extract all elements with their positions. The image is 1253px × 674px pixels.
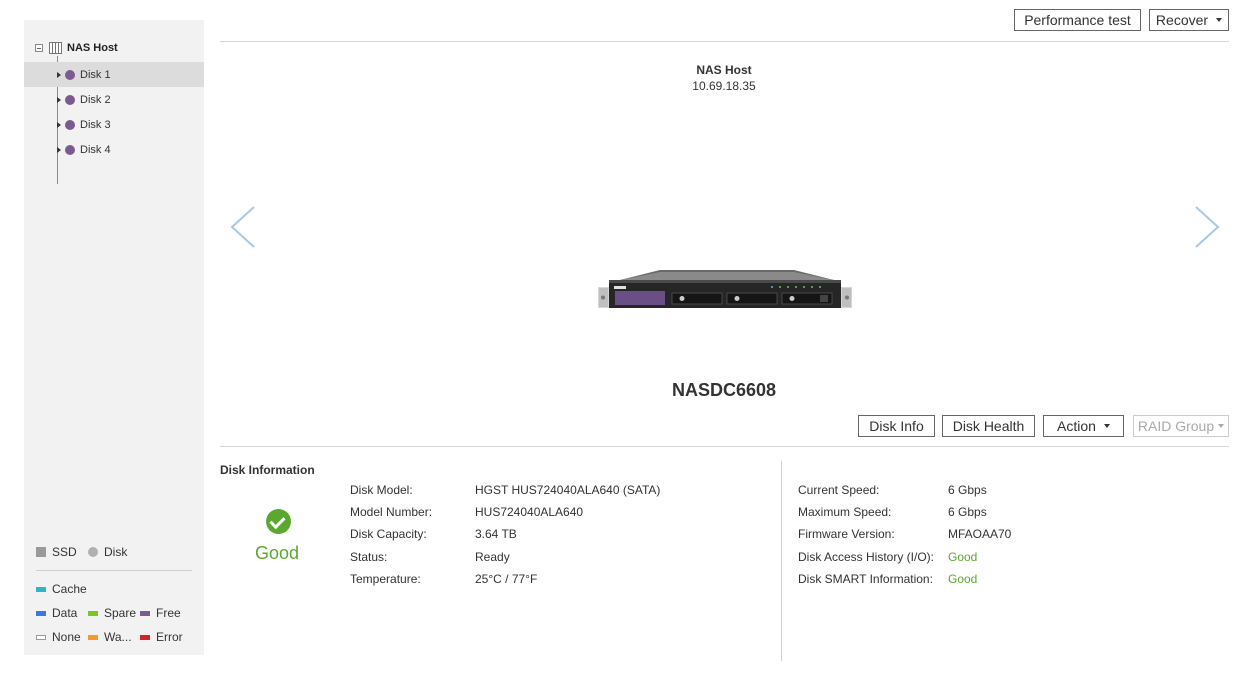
recover-label: Recover: [1155, 12, 1209, 28]
recover-dropdown[interactable]: Recover: [1149, 9, 1229, 31]
model-name: NASDC6608: [671, 380, 777, 400]
maximum-speed-label: Maximum Speed:: [798, 505, 892, 519]
free-color-chip: [140, 610, 150, 616]
current-speed-value: 6 Gbps: [948, 483, 987, 497]
tree-item-label: Disk 4: [80, 143, 111, 156]
temperature-label: Temperature:: [350, 572, 421, 586]
chevron-down-icon: [1216, 18, 1223, 22]
model-number-value: HUS724040ALA640: [475, 505, 584, 519]
cache-color-chip: [36, 586, 46, 592]
firmware-version-label: Firmware Version:: [798, 527, 895, 541]
tree-item-label: Disk 3: [80, 118, 111, 131]
current-speed-label: Current Speed:: [798, 483, 880, 497]
legend-cache: Cache: [36, 582, 87, 596]
chevron-down-icon: [1103, 424, 1110, 428]
tree-item-disk-3[interactable]: Disk 3: [24, 112, 204, 137]
model-number-label: Model Number:: [350, 505, 433, 519]
spare-color-chip: [88, 610, 98, 616]
legend-data-label: Data: [52, 606, 78, 620]
legend-disk: Disk: [88, 545, 127, 559]
collapse-icon[interactable]: [35, 44, 43, 52]
tree-root-label: NAS Host: [67, 42, 118, 54]
action-dropdown[interactable]: Action: [1043, 415, 1124, 437]
access-history-label: Disk Access History (I/O):: [798, 550, 935, 564]
nas-host-icon: [49, 42, 62, 54]
disk-capacity-value: 3.64 TB: [475, 527, 517, 541]
disk-status-dot-icon: [65, 69, 75, 80]
expand-arrow-icon[interactable]: [57, 71, 61, 78]
legend-ssd-label: SSD: [52, 545, 77, 559]
raid-group-label: RAID Group: [1137, 418, 1215, 434]
info-column-divider: [781, 461, 782, 661]
legend-free-label: Free: [156, 606, 181, 620]
legend-disk-label: Disk: [104, 545, 128, 559]
info-divider: [220, 446, 1229, 447]
legend-warning: Wa...: [88, 630, 132, 644]
legend-divider: [36, 570, 192, 571]
tree-root-nas-host[interactable]: NAS Host: [35, 40, 118, 56]
none-color-chip: [36, 634, 46, 640]
disk-capacity-label: Disk Capacity:: [350, 527, 427, 541]
legend-error-label: Error: [156, 630, 183, 644]
legend-error: Error: [140, 630, 183, 644]
tree-item-disk-4[interactable]: Disk 4: [24, 137, 204, 162]
disk-info-button[interactable]: Disk Info: [858, 415, 935, 437]
warning-color-chip: [88, 634, 98, 640]
legend-none-label: None: [52, 630, 81, 644]
disk-model-value: HGST HUS724040ALA640 (SATA): [475, 483, 661, 497]
smart-info-label: Disk SMART Information:: [798, 572, 933, 586]
legend-free: Free: [140, 606, 181, 620]
firmware-version-value: MFAOAA70: [948, 527, 1012, 541]
legend-data: Data: [36, 606, 77, 620]
check-icon: [266, 509, 291, 534]
chevron-down-icon: [1218, 424, 1225, 428]
smart-info-value: Good: [948, 572, 978, 586]
legend-spare-label: Spare: [104, 606, 137, 620]
legend-cache-label: Cache: [52, 582, 87, 596]
raid-group-dropdown[interactable]: RAID Group: [1133, 415, 1229, 437]
action-label: Action: [1057, 418, 1096, 434]
tree-item-disk-2[interactable]: Disk 2: [24, 87, 204, 112]
host-name: NAS Host: [696, 63, 752, 77]
disk-status-dot-icon: [65, 144, 75, 155]
tree-item-disk-1[interactable]: Disk 1: [24, 62, 204, 87]
legend-warning-label: Wa...: [104, 630, 132, 644]
health-status: Good: [254, 543, 300, 563]
nas-device-image: [598, 270, 852, 308]
temperature-value: 25°C / 77°F: [475, 572, 538, 586]
expand-arrow-icon[interactable]: [57, 96, 61, 103]
top-divider: [220, 41, 1229, 42]
tree-item-label: Disk 1: [80, 68, 111, 81]
legend-none: None: [36, 630, 81, 644]
data-color-chip: [36, 610, 46, 616]
access-history-value: Good: [948, 550, 978, 564]
disk-model-label: Disk Model:: [350, 483, 413, 497]
legend-ssd: SSD: [36, 545, 77, 559]
sidebar: NAS Host Disk 1 Disk 2 Disk 3 Disk 4 SSD…: [24, 20, 204, 655]
tree-item-label: Disk 2: [80, 93, 111, 106]
status-value: Ready: [475, 550, 510, 564]
chevron-right-icon[interactable]: [1193, 205, 1221, 249]
disk-circle-icon: [88, 547, 98, 557]
disk-health-button[interactable]: Disk Health: [942, 415, 1035, 437]
status-label: Status:: [350, 550, 388, 564]
chevron-left-icon[interactable]: [229, 205, 257, 249]
expand-arrow-icon[interactable]: [57, 121, 61, 128]
maximum-speed-value: 6 Gbps: [948, 505, 987, 519]
legend-spare: Spare: [88, 606, 136, 620]
disk-status-dot-icon: [65, 94, 75, 105]
performance-test-button[interactable]: Performance test: [1014, 9, 1141, 31]
ssd-square-icon: [36, 547, 46, 557]
error-color-chip: [140, 634, 150, 640]
expand-arrow-icon[interactable]: [57, 146, 61, 153]
host-ip: 10.69.18.35: [692, 79, 756, 93]
section-title: Disk Information: [220, 463, 315, 477]
disk-status-dot-icon: [65, 119, 75, 130]
